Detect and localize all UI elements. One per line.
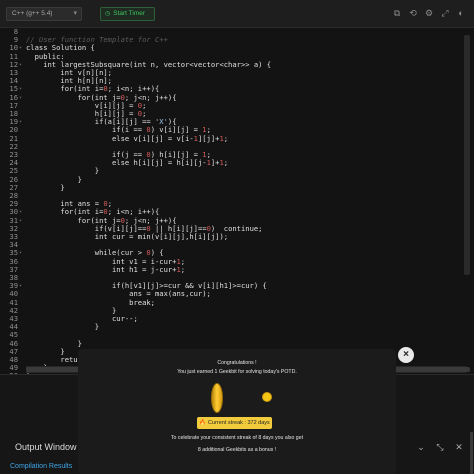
timer-icon: ◷ (105, 11, 111, 17)
chevron-down-icon: ▾ (73, 10, 77, 17)
toolbar-icons: ⧉ ⟲ ⚙ ⤢ ◐ (392, 8, 466, 18)
fold-icon[interactable]: ▾ (19, 44, 25, 52)
fold-icon[interactable]: ▾ (19, 249, 25, 257)
start-timer-label: Start Timer (113, 10, 146, 17)
fold-icon[interactable]: ▾ (19, 85, 25, 93)
geekbit-coin-icon (211, 383, 223, 413)
fold-icon[interactable]: ▾ (19, 217, 25, 225)
code-line[interactable]: 10 ▾ class Solution { (0, 44, 474, 52)
code-editor[interactable]: 8 9// User function Template for C++ 10 ▾ cl… (0, 27, 474, 389)
congratulations-modal (78, 349, 396, 474)
code-line[interactable]: 26 } (0, 175, 474, 184)
copy-icon[interactable]: ⧉ (392, 8, 402, 18)
current-streak-label: Current streak : 372 days (208, 420, 270, 426)
code-line[interactable]: 27 } (0, 182, 474, 192)
language-select[interactable]: C++ (g++ 5.4) ▾ (6, 7, 82, 21)
code-text: } (26, 182, 65, 192)
tab-compilation-results[interactable]: Compilation Results (10, 463, 72, 470)
code-text: int h1 = j-cur+1; (26, 264, 186, 274)
fold-icon[interactable]: ▾ (19, 282, 25, 290)
theme-icon[interactable]: ◐ (456, 8, 466, 18)
code-line[interactable]: 21 else v[i][j] = v[i-1][j]+1; (0, 133, 474, 143)
fire-icon: 🔥 (199, 420, 207, 426)
code-line[interactable]: 37 int h1 = j-cur+1; (0, 264, 474, 274)
modal-earned-text: You just earned 1 Geekbit for solving to… (177, 369, 297, 375)
minimize-icon[interactable]: ⌄ (416, 442, 426, 453)
editor-toolbar: C++ (g++ 5.4) ▾ ◷ Start Timer ⧉ ⟲ ⚙ ⤢ ◐ (0, 0, 474, 28)
editor-vertical-scrollbar[interactable] (464, 35, 470, 275)
close-icon[interactable]: ✕ (454, 442, 464, 453)
fold-icon[interactable]: ▾ (19, 94, 25, 102)
modal-close-button[interactable]: × (398, 347, 414, 363)
language-select-value: C++ (g++ 5.4) (12, 10, 53, 17)
code-text: int cur = min(v[i][j],h[i][j]); (26, 232, 229, 241)
output-window-title: Output Window (15, 442, 77, 452)
code-text: } (26, 322, 100, 332)
fold-icon[interactable]: ▾ (19, 61, 25, 69)
output-window-controls: ⌄ ⤡ ✕ (416, 442, 464, 453)
code-line[interactable]: 33 int cur = min(v[i][j],h[i][j]); (0, 232, 474, 241)
fullscreen-icon[interactable]: ⤢ (440, 8, 450, 18)
code-line[interactable]: 44 } (0, 322, 474, 332)
modal-heading: Congratulations ! (217, 360, 257, 366)
fold-icon[interactable]: ▾ (19, 118, 25, 126)
start-timer-button[interactable]: ◷ Start Timer (100, 7, 155, 21)
reset-icon[interactable]: ⟲ (408, 8, 418, 18)
code-text: else v[i][j] = v[i-1][j]+1; (26, 133, 229, 143)
fold-icon[interactable]: ▾ (19, 208, 25, 216)
geekbit-small-coin-icon (262, 392, 272, 402)
modal-celebrate-text: To celebrate your consistent streak of 8… (170, 435, 304, 441)
settings-icon[interactable]: ⚙ (424, 8, 434, 18)
current-streak-badge: 🔥 Current streak : 372 days (197, 417, 272, 429)
output-scrollbar[interactable] (470, 432, 473, 474)
modal-bonus-text: 8 additional Geekbits as a bonus ! (197, 447, 277, 453)
expand-icon[interactable]: ⤡ (435, 442, 445, 453)
